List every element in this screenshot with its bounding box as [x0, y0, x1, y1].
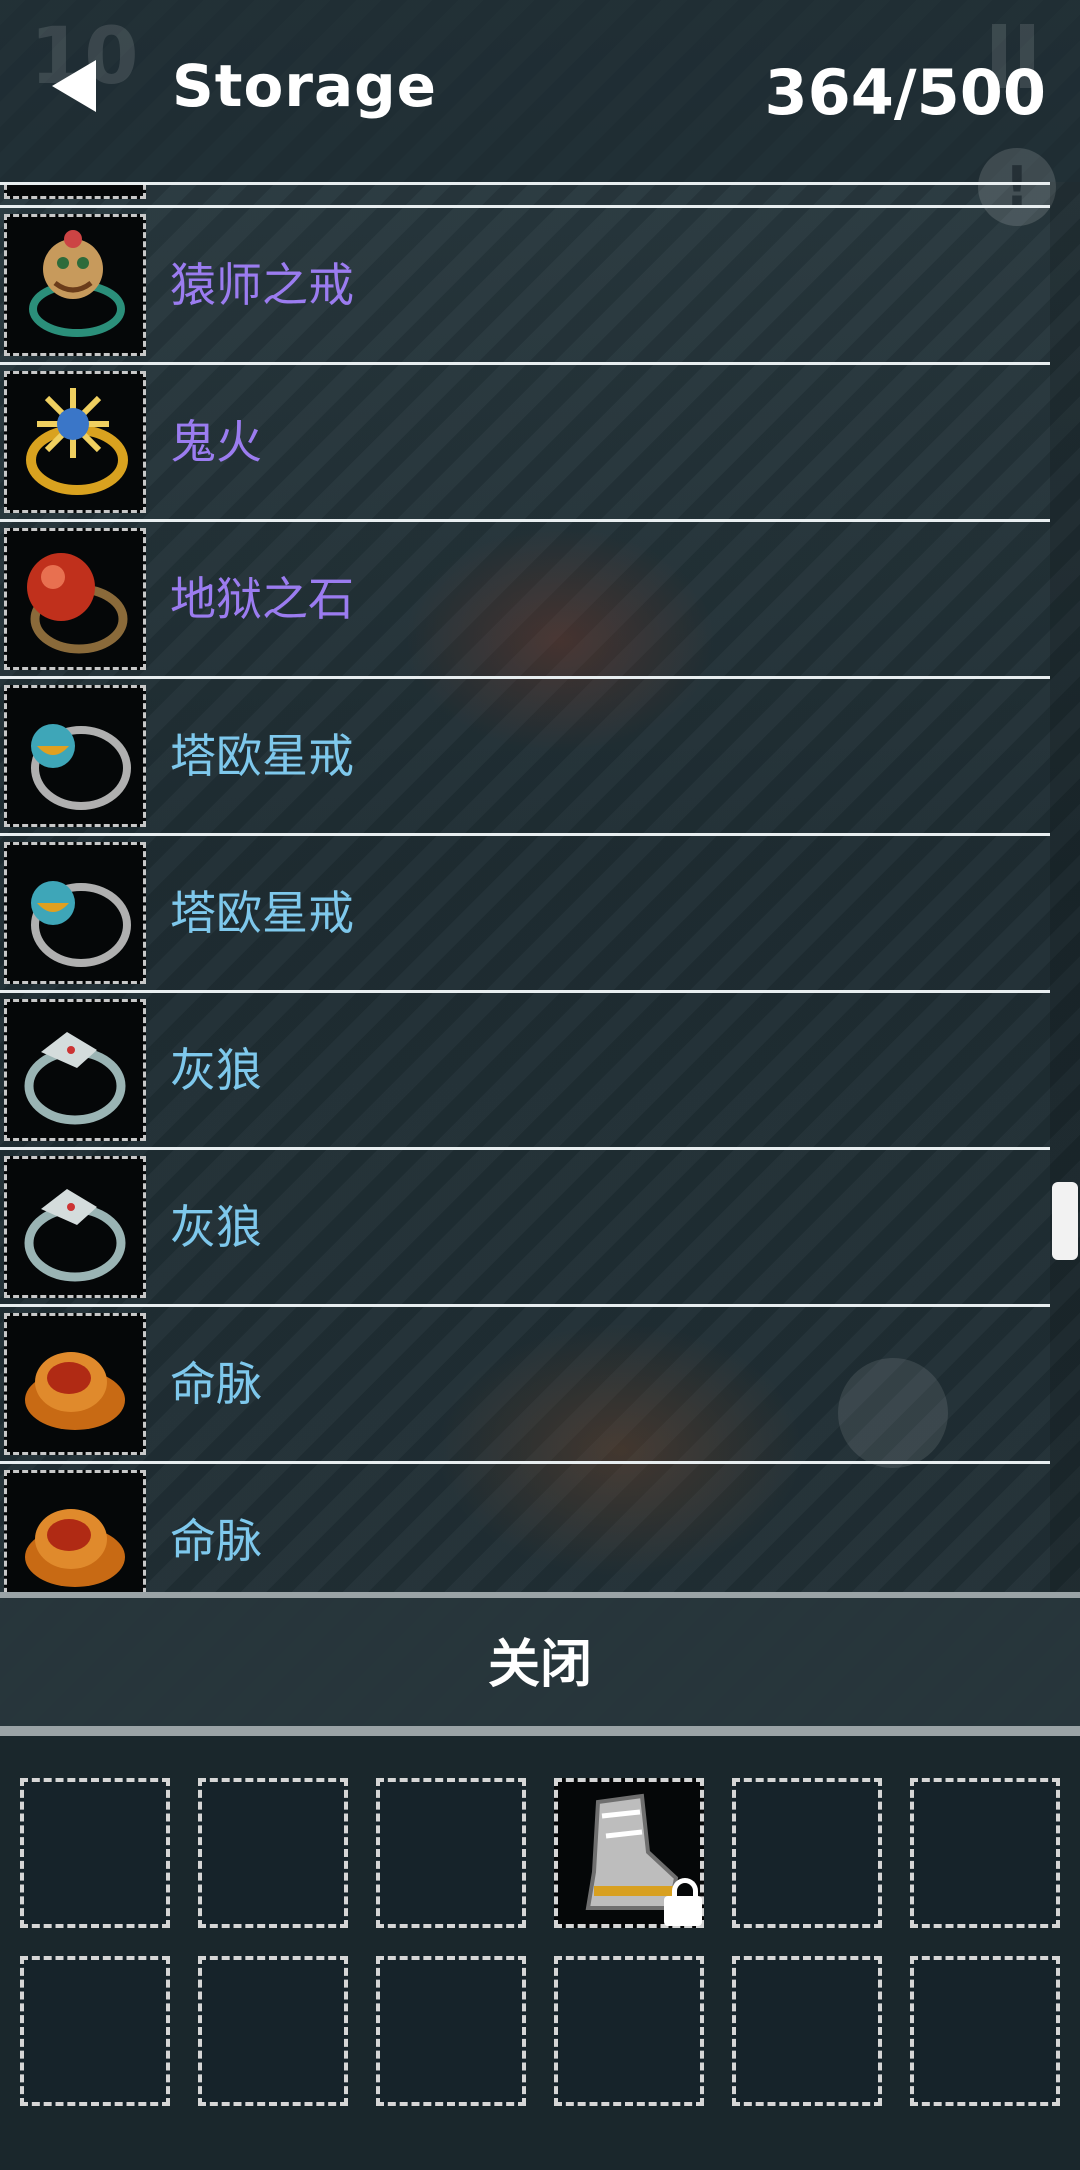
close-button[interactable]: 关闭	[0, 1592, 1080, 1732]
star-ring-icon	[4, 842, 146, 984]
map-marker-icon	[838, 1358, 948, 1468]
hell-stone-ring-icon	[4, 528, 146, 670]
lock-icon	[664, 1878, 702, 1926]
page-title: Storage	[172, 52, 437, 120]
item-name: 灰狼	[170, 1200, 262, 1254]
lifeline-ring-icon	[4, 1470, 146, 1595]
list-item[interactable]: 命脉	[0, 1464, 1050, 1595]
inventory-slot[interactable]	[198, 1778, 348, 1928]
list-item[interactable]: 地狱之石	[0, 522, 1050, 679]
grey-wolf-ring-icon	[4, 999, 146, 1141]
scrollbar-track[interactable]	[1050, 182, 1080, 1592]
item-name: 命脉	[170, 1514, 262, 1568]
list-item[interactable]: 灰狼	[0, 993, 1050, 1150]
item-name: 地狱之石	[170, 572, 354, 626]
inventory-slot[interactable]	[732, 1956, 882, 2106]
ghost-fire-ring-icon	[4, 371, 146, 513]
inventory-slot[interactable]	[554, 1778, 704, 1928]
inventory-slot[interactable]	[20, 1956, 170, 2106]
grey-wolf-ring-icon	[4, 1156, 146, 1298]
inventory-grid	[0, 1726, 1080, 2170]
back-button[interactable]	[52, 60, 96, 112]
storage-count: 364/500	[764, 56, 1046, 129]
inventory-slot[interactable]	[732, 1778, 882, 1928]
scrollbar-thumb[interactable]	[1052, 1182, 1078, 1260]
inventory-slot[interactable]	[376, 1778, 526, 1928]
inventory-slot[interactable]	[910, 1778, 1060, 1928]
list-item-partial[interactable]	[0, 185, 1050, 208]
item-name: 塔欧星戒	[170, 729, 354, 783]
list-item[interactable]: 塔欧星戒	[0, 836, 1050, 993]
inventory-slot[interactable]	[910, 1956, 1060, 2106]
item-name: 鬼火	[170, 415, 262, 469]
item-name: 猿师之戒	[170, 258, 354, 312]
star-ring-icon	[4, 685, 146, 827]
list-item[interactable]: 鬼火	[0, 365, 1050, 522]
close-label: 关闭	[487, 1635, 592, 1695]
inventory-slot[interactable]	[554, 1956, 704, 2106]
item-name: 灰狼	[170, 1043, 262, 1097]
monkey-ring-icon	[4, 214, 146, 356]
list-item[interactable]: 猿师之戒	[0, 208, 1050, 365]
item-name: 塔欧星戒	[170, 886, 354, 940]
list-item[interactable]: 塔欧星戒	[0, 679, 1050, 836]
item-name: 命脉	[170, 1357, 262, 1411]
inventory-slot[interactable]	[198, 1956, 348, 2106]
inventory-slot[interactable]	[20, 1778, 170, 1928]
item-thumb	[4, 185, 146, 199]
list-item[interactable]: 灰狼	[0, 1150, 1050, 1307]
lifeline-ring-icon	[4, 1313, 146, 1455]
inventory-slot[interactable]	[376, 1956, 526, 2106]
storage-header: 10 Storage 364/500	[0, 0, 1080, 182]
